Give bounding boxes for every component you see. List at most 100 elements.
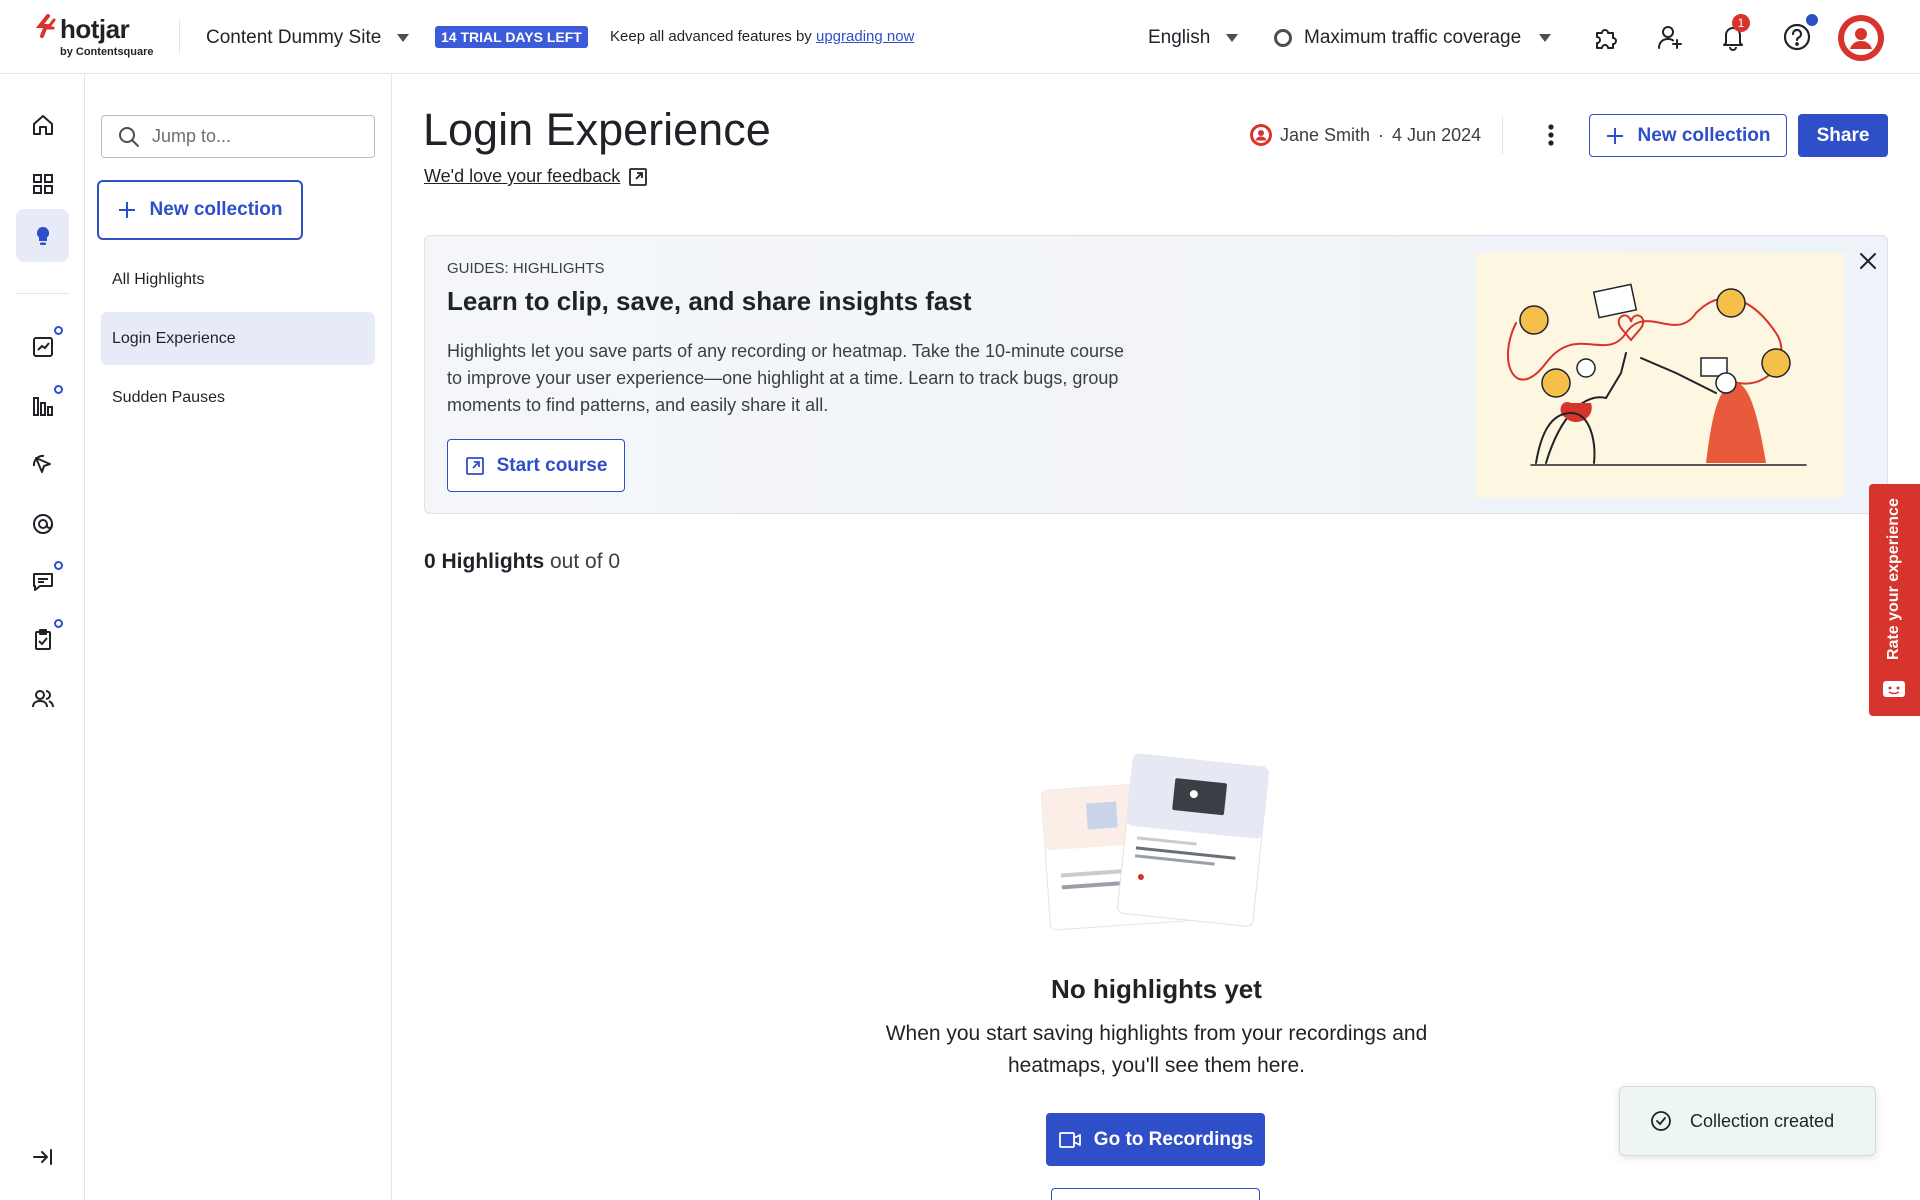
owner-avatar — [1250, 124, 1272, 146]
feedback-link-label: We'd love your feedback — [424, 166, 621, 186]
sidebar-item-label: Sudden Pauses — [112, 388, 225, 406]
trend-chart-icon — [32, 336, 53, 357]
nav-engage[interactable] — [16, 497, 69, 550]
nav-feedback[interactable] — [16, 555, 69, 608]
check-circle-icon — [1651, 1111, 1671, 1131]
guide-card: GUIDES: HIGHLIGHTS Learn to clip, save, … — [424, 235, 1888, 514]
guide-title: Learn to clip, save, and share insights … — [447, 286, 972, 316]
new-indicator-dot — [54, 619, 63, 628]
top-bar: hotjar by Contentsquare Content Dummy Si… — [0, 0, 1920, 74]
logo-wordmark: hotjar — [60, 14, 130, 44]
toast-message: Collection created — [1690, 1110, 1835, 1131]
notifications-button[interactable]: 1 — [1716, 14, 1750, 54]
help-button[interactable] — [1780, 14, 1818, 54]
start-course-label: Start course — [496, 454, 608, 476]
guide-kicker: GUIDES: HIGHLIGHTS — [447, 260, 605, 277]
nav-surveys[interactable] — [16, 613, 69, 666]
sidebar-item-all-highlights[interactable]: All Highlights — [101, 253, 375, 306]
new-collection-button[interactable]: New collection — [1589, 114, 1787, 157]
lightbulb-icon — [36, 226, 49, 245]
nav-dashboards[interactable] — [16, 157, 69, 210]
toolbar-divider — [1502, 116, 1503, 154]
cursor-click-icon — [32, 454, 51, 473]
plus-icon — [1607, 127, 1624, 144]
search-icon — [119, 126, 139, 147]
sidebar-item-login-experience[interactable]: Login Experience — [101, 312, 375, 365]
rail-divider — [16, 293, 69, 294]
chevron-down-icon — [1539, 34, 1552, 42]
highlights-count-suffix: out of 0 — [544, 550, 621, 573]
nav-heatmaps[interactable] — [16, 379, 69, 432]
help-indicator-dot — [1806, 14, 1818, 26]
hotjar-logo[interactable]: hotjar by Contentsquare — [36, 14, 176, 60]
integrations-button[interactable] — [1589, 20, 1623, 54]
language-label: English — [1148, 27, 1211, 48]
clipboard-check-icon — [34, 628, 51, 650]
new-indicator-dot — [54, 385, 63, 394]
invite-user-button[interactable] — [1653, 20, 1687, 54]
collapse-right-icon — [32, 1148, 52, 1165]
sidebar-item-label: Login Experience — [112, 329, 236, 347]
new-collection-button-label: New collection — [1637, 124, 1771, 146]
close-icon — [1860, 253, 1876, 269]
app-navigation-rail — [0, 74, 85, 1200]
traffic-coverage-selector[interactable]: Maximum traffic coverage — [1274, 24, 1552, 52]
go-to-recordings-label: Go to Recordings — [1093, 1128, 1254, 1150]
feedback-link[interactable]: We'd love your feedback — [424, 166, 648, 187]
user-avatar[interactable] — [1838, 15, 1884, 61]
nav-highlights[interactable] — [16, 209, 69, 262]
add-user-icon — [1658, 26, 1682, 49]
highlights-count: 0 Highlights out of 0 — [424, 550, 620, 574]
go-to-recordings-button[interactable]: Go to Recordings — [1046, 1113, 1265, 1166]
users-icon — [31, 689, 54, 707]
collection-date: 4 Jun 2024 — [1392, 124, 1482, 145]
nav-recordings[interactable] — [16, 438, 69, 491]
chat-icon — [32, 572, 53, 591]
nav-home[interactable] — [16, 98, 69, 151]
dashboard-icon — [32, 173, 53, 194]
guide-description: Highlights let you save parts of any rec… — [447, 341, 1125, 415]
more-options-button[interactable] — [1536, 120, 1566, 150]
jump-to-search[interactable] — [101, 115, 375, 158]
plus-icon — [119, 202, 136, 218]
user-icon — [1253, 127, 1269, 143]
trial-message: Keep all advanced features by upgrading … — [610, 28, 914, 45]
trial-message-text: Keep all advanced features by — [610, 28, 816, 45]
rate-experience-label: Rate your experience — [1885, 498, 1902, 660]
chevron-down-icon — [397, 34, 410, 42]
home-icon — [32, 114, 53, 135]
at-sign-icon — [32, 513, 53, 534]
header-divider — [179, 20, 180, 54]
secondary-empty-action-button[interactable] — [1051, 1188, 1260, 1200]
trial-badge: 14 TRIAL DAYS LEFT — [435, 26, 588, 48]
puzzle-icon — [1596, 29, 1617, 49]
high-five-illustration — [1476, 253, 1844, 498]
sidebar-item-sudden-pauses[interactable]: Sudden Pauses — [101, 371, 375, 424]
rate-experience-tab[interactable]: Rate your experience — [1869, 484, 1920, 716]
highlights-count-number: 0 Highlights — [424, 550, 545, 573]
language-selector[interactable]: English — [1148, 24, 1239, 52]
owner-name: Jane Smith — [1280, 124, 1371, 145]
share-button[interactable]: Share — [1798, 114, 1888, 157]
nav-interviews[interactable] — [16, 672, 69, 725]
external-link-icon — [629, 167, 648, 186]
upgrade-link[interactable]: upgrading now — [816, 28, 914, 45]
toast-notification: Collection created — [1619, 1086, 1876, 1156]
jump-to-input[interactable] — [152, 126, 352, 147]
new-indicator-dot — [54, 326, 63, 335]
page-title: Login Experience — [423, 104, 771, 155]
traffic-status-icon — [1274, 29, 1292, 47]
new-collection-label: New collection — [149, 199, 283, 220]
feedback-face-icon — [1883, 681, 1905, 697]
close-guide-button[interactable] — [1855, 248, 1881, 274]
bar-chart-icon — [32, 396, 53, 416]
chevron-down-icon — [1226, 34, 1239, 42]
nav-trends[interactable] — [16, 320, 69, 373]
new-collection-sidebar-button[interactable]: New collection — [97, 180, 303, 240]
empty-state-illustration — [1040, 750, 1270, 940]
notification-count-badge: 1 — [1732, 14, 1750, 32]
site-selector[interactable]: Content Dummy Site — [206, 24, 410, 52]
start-course-button[interactable]: Start course — [447, 439, 625, 492]
expand-sidebar-button[interactable] — [16, 1130, 69, 1183]
new-indicator-dot — [54, 561, 63, 570]
